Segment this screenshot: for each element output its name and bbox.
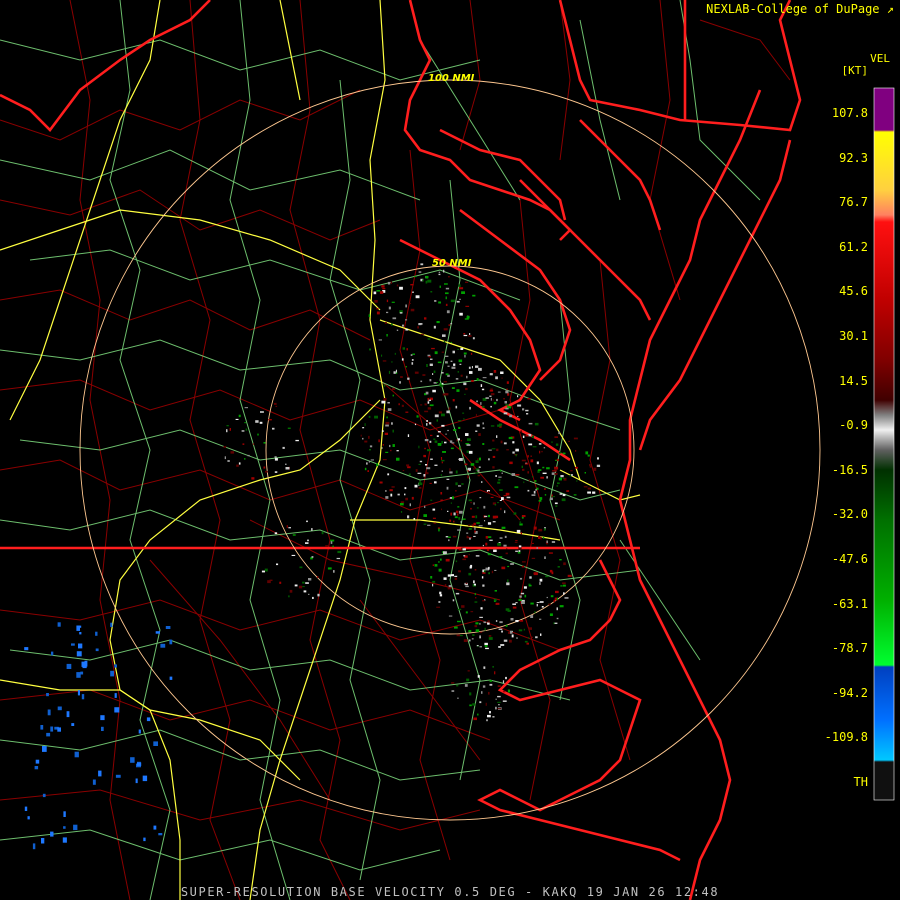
legend-tick-label: -0.9	[839, 418, 868, 433]
legend-tick-label: 76.7	[839, 195, 868, 210]
legend-tick-label: 61.2	[839, 239, 868, 254]
legend-tick-label: -16.5	[831, 462, 868, 477]
legend-tick-label: -47.6	[831, 552, 868, 566]
color-scale	[873, 87, 895, 801]
legend-tick-label: -63.1	[831, 596, 868, 611]
legend-tick-label: -78.7	[831, 641, 868, 656]
legend-tick-label: -109.8	[824, 730, 868, 745]
velocity-color-bar	[873, 87, 895, 801]
credit-label: NEXLAB-College of DuPage ↗	[706, 2, 894, 16]
legend-unit: [KT]	[841, 64, 869, 77]
legend-tick-label: -32.0	[831, 507, 868, 522]
legend-tick-label: 92.3	[839, 150, 868, 165]
external-link-icon: ↗	[886, 2, 894, 16]
product-caption: SUPER-RESOLUTION BASE VELOCITY 0.5 DEG -…	[180, 885, 720, 899]
legend-tick-label: 30.1	[839, 329, 868, 343]
legend-product: VEL	[870, 52, 890, 65]
legend-tick-label: TH	[853, 775, 868, 789]
legend-tick-label: 107.8	[831, 106, 868, 120]
legend-tick-label: 45.6	[839, 284, 868, 299]
ring-label-50: 50 NMI	[432, 258, 472, 269]
legend-tick-label: 14.5	[839, 373, 868, 388]
ring-label-100: 100 NMI	[428, 73, 475, 84]
radar-map[interactable]	[0, 0, 900, 900]
legend-tick-label: -94.2	[831, 685, 868, 700]
